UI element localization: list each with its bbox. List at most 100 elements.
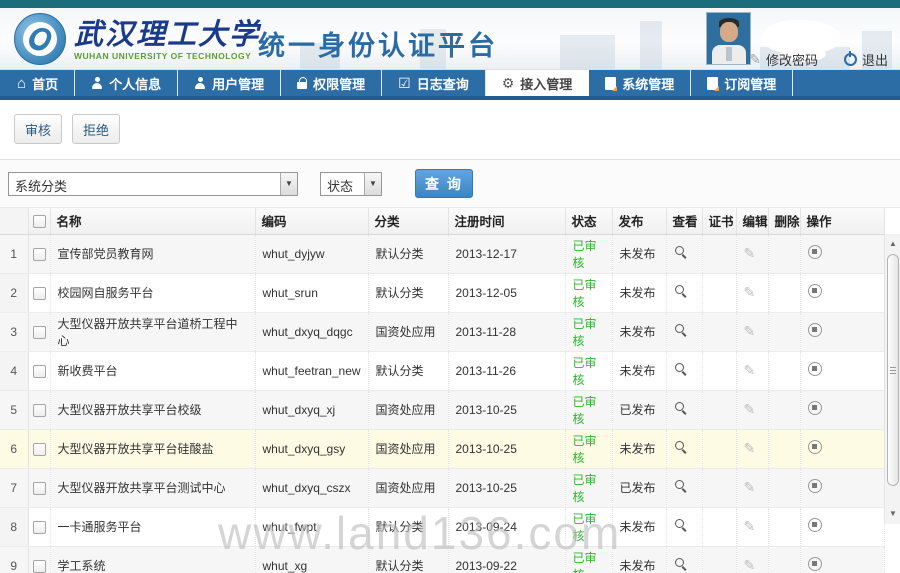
row-checkbox[interactable] bbox=[33, 404, 46, 417]
tab-system-management[interactable]: 系统管理 bbox=[589, 70, 691, 96]
page-title: 统一身份认证平台 bbox=[258, 24, 498, 63]
tab-label: 首页 bbox=[32, 74, 58, 93]
status-select-value: 状态 bbox=[321, 173, 364, 195]
cell-delete bbox=[768, 390, 800, 429]
view-icon[interactable] bbox=[674, 323, 688, 337]
col-view: 查看 bbox=[666, 208, 702, 234]
scroll-up-icon[interactable]: ▲ bbox=[885, 236, 900, 252]
view-icon[interactable] bbox=[674, 401, 688, 415]
operation-icon[interactable] bbox=[808, 557, 822, 571]
row-checkbox[interactable] bbox=[33, 248, 46, 261]
scrollbar-grip bbox=[890, 367, 896, 375]
col-category: 分类 bbox=[368, 208, 448, 234]
table-row[interactable]: 2 校园网自服务平台 whut_srun 默认分类 2013-12-05 已审核… bbox=[0, 273, 884, 312]
row-checkbox[interactable] bbox=[33, 521, 46, 534]
status-select[interactable]: 状态 ▼ bbox=[320, 172, 382, 196]
status-badge: 已审核 bbox=[565, 351, 612, 390]
reject-button[interactable]: 拒绝 bbox=[72, 114, 120, 144]
category-select-value: 系统分类 bbox=[9, 173, 280, 195]
power-icon bbox=[844, 53, 857, 66]
table-row[interactable]: 5 大型仪器开放共享平台校级 whut_dxyq_xj 国资处应用 2013-1… bbox=[0, 390, 884, 429]
table-row[interactable]: 1 宣传部党员教育网 whut_dyjyw 默认分类 2013-12-17 已审… bbox=[0, 234, 884, 273]
skyline-decoration bbox=[640, 21, 662, 69]
cell-certificate bbox=[702, 429, 736, 468]
row-checkbox[interactable] bbox=[33, 365, 46, 378]
row-number: 1 bbox=[0, 234, 28, 273]
status-badge: 已审核 bbox=[565, 234, 612, 273]
vertical-scrollbar[interactable]: ▲ ▼ bbox=[884, 234, 900, 524]
row-checkbox[interactable] bbox=[33, 443, 46, 456]
row-checkbox[interactable] bbox=[33, 287, 46, 300]
user-avatar[interactable] bbox=[706, 12, 751, 65]
view-icon[interactable] bbox=[674, 245, 688, 259]
home-icon: ⌂ bbox=[17, 76, 26, 91]
page-icon bbox=[707, 77, 718, 90]
tab-subscription-management[interactable]: 订阅管理 bbox=[691, 70, 793, 96]
view-icon[interactable] bbox=[674, 284, 688, 298]
status-badge: 已审核 bbox=[565, 273, 612, 312]
university-logo bbox=[14, 13, 66, 65]
edit-icon[interactable]: ✎ bbox=[744, 479, 756, 495]
category-select[interactable]: 系统分类 ▼ bbox=[8, 172, 298, 196]
table-row[interactable]: 8 一卡通服务平台 whut_fwpt 默认分类 2013-09-24 已审核 … bbox=[0, 507, 884, 546]
col-edit: 编辑 bbox=[736, 208, 768, 234]
cell-category: 国资处应用 bbox=[368, 468, 448, 507]
table-row[interactable]: 9 学工系统 whut_xg 默认分类 2013-09-22 已审核 未发布 ✎ bbox=[0, 546, 884, 573]
tab-user-management[interactable]: 用户管理 bbox=[178, 70, 281, 96]
change-password-link[interactable]: ✎ 修改密码 bbox=[749, 50, 818, 69]
operation-icon[interactable] bbox=[808, 362, 822, 376]
operation-icon[interactable] bbox=[808, 245, 822, 259]
view-icon[interactable] bbox=[674, 440, 688, 454]
view-icon[interactable] bbox=[674, 479, 688, 493]
tab-access-management[interactable]: ⚙ 接入管理 bbox=[486, 70, 590, 96]
cell-delete bbox=[768, 507, 800, 546]
table-row[interactable]: 3 大型仪器开放共享平台道桥工程中心 whut_dxyq_dqgc 国资处应用 … bbox=[0, 312, 884, 351]
view-icon[interactable] bbox=[674, 518, 688, 532]
table-row[interactable]: 7 大型仪器开放共享平台测试中心 whut_dxyq_cszx 国资处应用 20… bbox=[0, 468, 884, 507]
view-icon[interactable] bbox=[674, 362, 688, 376]
operation-icon[interactable] bbox=[808, 401, 822, 415]
operation-icon[interactable] bbox=[808, 323, 822, 337]
systems-table-zone: 名称 编码 分类 注册时间 状态 发布 查看 证书 编辑 删除 操作 1 bbox=[0, 208, 900, 573]
cell-name: 大型仪器开放共享平台道桥工程中心 bbox=[50, 312, 255, 351]
row-checkbox[interactable] bbox=[33, 482, 46, 495]
edit-icon[interactable]: ✎ bbox=[744, 440, 756, 456]
scroll-down-icon[interactable]: ▼ bbox=[885, 506, 900, 522]
select-all-checkbox[interactable] bbox=[33, 215, 46, 228]
operation-icon[interactable] bbox=[808, 518, 822, 532]
university-name-en: WUHAN UNIVERSITY OF TECHNOLOGY bbox=[74, 51, 260, 61]
edit-icon[interactable]: ✎ bbox=[744, 518, 756, 534]
tab-home[interactable]: ⌂ 首页 bbox=[0, 70, 75, 96]
cell-registered: 2013-12-05 bbox=[448, 273, 565, 312]
tab-permission-management[interactable]: 权限管理 bbox=[281, 70, 382, 96]
cell-delete bbox=[768, 468, 800, 507]
edit-icon[interactable]: ✎ bbox=[744, 557, 756, 573]
edit-icon[interactable]: ✎ bbox=[744, 401, 756, 417]
row-checkbox[interactable] bbox=[33, 560, 46, 573]
row-checkbox[interactable] bbox=[33, 326, 46, 339]
cell-delete bbox=[768, 429, 800, 468]
edit-icon[interactable]: ✎ bbox=[744, 284, 756, 300]
status-badge: 已审核 bbox=[565, 390, 612, 429]
table-row[interactable]: 6 大型仪器开放共享平台硅酸盐 whut_dxyq_gsy 国资处应用 2013… bbox=[0, 429, 884, 468]
operation-icon[interactable] bbox=[808, 479, 822, 493]
cell-registered: 2013-12-17 bbox=[448, 234, 565, 273]
query-button[interactable]: 查 询 bbox=[415, 169, 473, 198]
header: 武汉理工大学 WUHAN UNIVERSITY OF TECHNOLOGY 统一… bbox=[0, 8, 900, 70]
logout-link[interactable]: 退出 bbox=[844, 50, 888, 69]
view-icon[interactable] bbox=[674, 557, 688, 571]
scrollbar-thumb[interactable] bbox=[887, 254, 899, 486]
edit-icon[interactable]: ✎ bbox=[744, 362, 756, 378]
lock-icon bbox=[297, 77, 307, 89]
edit-icon[interactable]: ✎ bbox=[744, 245, 756, 261]
cell-certificate bbox=[702, 351, 736, 390]
skyline-decoration bbox=[560, 35, 615, 69]
edit-icon[interactable]: ✎ bbox=[744, 323, 756, 339]
table-row[interactable]: 4 新收费平台 whut_feetran_new 默认分类 2013-11-26… bbox=[0, 351, 884, 390]
operation-icon[interactable] bbox=[808, 284, 822, 298]
cell-certificate bbox=[702, 234, 736, 273]
tab-log-query[interactable]: ☑ 日志查询 bbox=[382, 70, 486, 96]
audit-button[interactable]: 审核 bbox=[14, 114, 62, 144]
tab-personal-info[interactable]: 个人信息 bbox=[75, 70, 178, 96]
operation-icon[interactable] bbox=[808, 440, 822, 454]
